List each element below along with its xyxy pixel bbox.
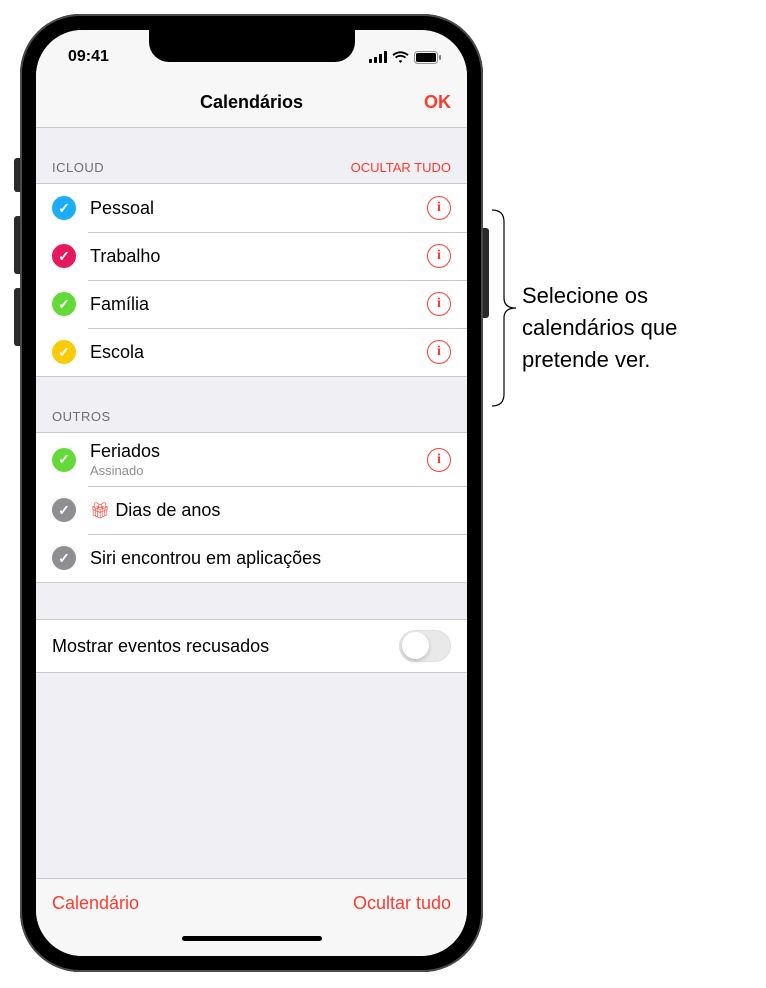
declined-events-label: Mostrar eventos recusados [52, 636, 269, 657]
nav-bar: Calendários OK [36, 78, 467, 128]
status-time: 09:41 [68, 42, 109, 66]
calendar-label: Pessoal [90, 198, 427, 219]
calendar-row-trabalho[interactable]: ✓ Trabalho i [36, 232, 467, 280]
declined-events-row: Mostrar eventos recusados [36, 619, 467, 673]
phone-frame: 09:41 Calendários OK ICLOUD OCULTAR TUDO… [20, 14, 483, 972]
notch [149, 30, 355, 62]
add-calendar-button[interactable]: Calendário [52, 893, 139, 914]
cellular-icon [369, 51, 387, 63]
checkmark-icon: ✓ [52, 244, 76, 268]
calendar-label: 🎁︎Dias de anos [90, 500, 451, 521]
icloud-section-header: ICLOUD OCULTAR TUDO [36, 128, 467, 183]
info-icon[interactable]: i [427, 196, 451, 220]
calendar-label: Escola [90, 342, 427, 363]
done-button[interactable]: OK [424, 92, 451, 113]
checkmark-icon: ✓ [52, 340, 76, 364]
checkmark-icon: ✓ [52, 292, 76, 316]
hide-all-button[interactable]: Ocultar tudo [353, 893, 451, 914]
home-indicator-area [36, 928, 467, 956]
info-icon[interactable]: i [427, 448, 451, 472]
info-icon[interactable]: i [427, 244, 451, 268]
declined-events-switch[interactable] [399, 630, 451, 662]
toolbar: Calendário Ocultar tudo [36, 878, 467, 928]
home-indicator[interactable] [182, 936, 322, 941]
outros-list: ✓ Feriados Assinado i ✓ 🎁︎Dias de anos ✓… [36, 432, 467, 583]
checkmark-icon: ✓ [52, 196, 76, 220]
checkmark-icon: ✓ [52, 498, 76, 522]
checkmark-icon: ✓ [52, 448, 76, 472]
nav-title: Calendários [200, 92, 303, 113]
calendar-label: Trabalho [90, 246, 427, 267]
battery-icon [414, 51, 441, 64]
calendar-label: Siri encontrou em aplicações [90, 548, 451, 569]
icloud-header-label: ICLOUD [52, 160, 104, 175]
screen: 09:41 Calendários OK ICLOUD OCULTAR TUDO… [36, 30, 467, 956]
calendar-row-pessoal[interactable]: ✓ Pessoal i [36, 184, 467, 232]
wifi-icon [392, 51, 409, 63]
calendar-row-feriados[interactable]: ✓ Feriados Assinado i [36, 433, 467, 486]
calendar-label: Feriados [90, 441, 427, 462]
calendar-row-siri[interactable]: ✓ Siri encontrou em aplicações [36, 534, 467, 582]
content-area: ICLOUD OCULTAR TUDO ✓ Pessoal i ✓ Trabal… [36, 128, 467, 878]
calendar-label: Família [90, 294, 427, 315]
calendar-row-dias-de-anos[interactable]: ✓ 🎁︎Dias de anos [36, 486, 467, 534]
outros-section-header: OUTROS [36, 377, 467, 432]
calendar-row-familia[interactable]: ✓ Família i [36, 280, 467, 328]
info-icon[interactable]: i [427, 292, 451, 316]
callout-bracket [490, 208, 518, 408]
outros-header-label: OUTROS [52, 409, 111, 424]
icloud-list: ✓ Pessoal i ✓ Trabalho i ✓ Família i ✓ E… [36, 183, 467, 377]
callout-text: Selecione os calendários que pretende ve… [522, 280, 766, 376]
status-icons [369, 45, 441, 64]
calendar-row-escola[interactable]: ✓ Escola i [36, 328, 467, 376]
checkmark-icon: ✓ [52, 546, 76, 570]
info-icon[interactable]: i [427, 340, 451, 364]
side-button [483, 228, 489, 318]
hide-all-icloud-button[interactable]: OCULTAR TUDO [351, 160, 451, 175]
calendar-sublabel: Assinado [90, 463, 427, 478]
gift-icon: 🎁︎ [90, 503, 110, 520]
